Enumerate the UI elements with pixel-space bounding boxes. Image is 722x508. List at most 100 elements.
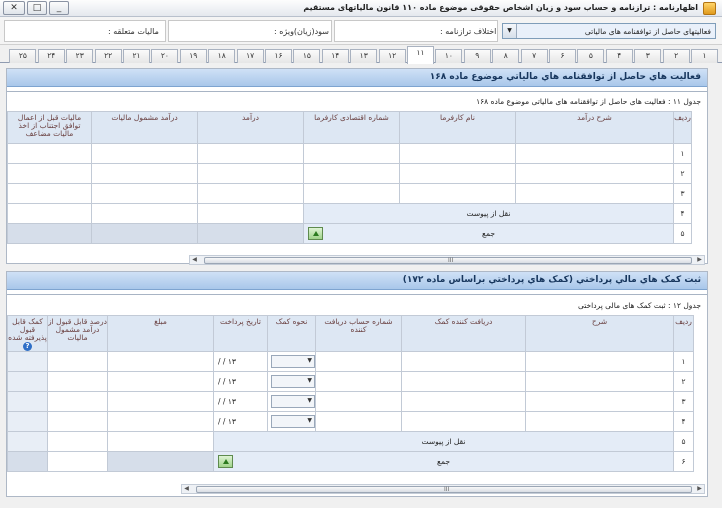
cell-input[interactable]	[315, 351, 402, 372]
col-accepted-percent: درصد قابل قبول از درآمد مشمول مالیات	[47, 315, 108, 352]
cell-input[interactable]	[7, 391, 48, 412]
cell-input[interactable]	[107, 431, 214, 452]
cell-input[interactable]	[47, 391, 108, 412]
cell-input[interactable]	[47, 411, 108, 432]
tab-24[interactable]: ۲۴	[37, 49, 65, 63]
cell-input[interactable]	[525, 371, 674, 392]
tab-22[interactable]: ۲۲	[94, 49, 122, 63]
cell-input[interactable]	[515, 163, 674, 184]
tab-7[interactable]: ۷	[520, 49, 548, 63]
tab-18[interactable]: ۱۸	[208, 49, 236, 63]
cell-input[interactable]	[7, 183, 92, 204]
cell-input[interactable]	[107, 371, 214, 392]
cell-input[interactable]	[315, 411, 402, 432]
cell-input[interactable]	[197, 183, 304, 204]
cell-input[interactable]	[515, 143, 674, 164]
cell-input[interactable]	[47, 351, 108, 372]
tab-17[interactable]: ۱۷	[236, 49, 264, 63]
cell-input[interactable]	[303, 163, 400, 184]
cell-input[interactable]	[401, 411, 526, 432]
cell-input[interactable]	[525, 351, 674, 372]
tab-1[interactable]: ۱	[691, 49, 718, 63]
date-input[interactable]: ۱۳ / /	[213, 411, 268, 432]
date-input[interactable]: ۱۳ / /	[213, 391, 268, 412]
col-tax-before-agreement: مالیات قبل از اعمال توافق اجتناب از اخذ …	[7, 111, 92, 144]
scroll-right-icon[interactable]: ▶	[695, 256, 704, 264]
aid-method-select[interactable]	[271, 355, 315, 368]
tab-8[interactable]: ۸	[492, 49, 520, 63]
cell-input[interactable]	[47, 431, 108, 452]
tab-10[interactable]: ۱۰	[435, 49, 463, 63]
cell-input[interactable]	[401, 351, 526, 372]
tab-19[interactable]: ۱۹	[179, 49, 207, 63]
tab-13[interactable]: ۱۳	[350, 49, 378, 63]
cell-input[interactable]	[7, 163, 92, 184]
cell-input[interactable]	[7, 431, 48, 452]
cell-input[interactable]	[399, 143, 516, 164]
cell-input[interactable]	[399, 163, 516, 184]
tab-2[interactable]: ۲	[662, 49, 690, 63]
cell-input[interactable]	[91, 163, 198, 184]
horizontal-scrollbar[interactable]: ◀ III ▶	[189, 255, 705, 265]
cell-input[interactable]	[401, 391, 526, 412]
tab-14[interactable]: ۱۴	[321, 49, 349, 63]
tab-9[interactable]: ۹	[463, 49, 491, 63]
horizontal-scrollbar[interactable]: ◀ III ▶	[181, 484, 705, 494]
tab-20[interactable]: ۲۰	[151, 49, 179, 63]
date-input[interactable]: ۱۳ / /	[213, 371, 268, 392]
cell-input[interactable]	[91, 203, 198, 224]
cell-input[interactable]	[7, 143, 92, 164]
tab-3[interactable]: ۳	[634, 49, 662, 63]
cell-input[interactable]	[197, 203, 304, 224]
maximize-button[interactable]: □	[27, 1, 47, 15]
cell-input[interactable]	[107, 391, 214, 412]
scroll-right-icon[interactable]: ▶	[695, 485, 704, 493]
scroll-thumb[interactable]: III	[204, 257, 692, 264]
tab-16[interactable]: ۱۶	[265, 49, 292, 63]
tab-21[interactable]: ۲۱	[123, 49, 150, 63]
tab-strip: ۱ ۲ ۳ ۴ ۵ ۶ ۷ ۸ ۹ ۱۰ ۱۱ ۱۲ ۱۳ ۱۴ ۱۵ ۱۶ ۱۷ ۱۸ ۱۹ ۲۰ ۲۱ ۲۲ ۲۳ ۲۴ ۲…	[0, 46, 722, 64]
close-button[interactable]: ✕	[3, 1, 25, 15]
cell-input[interactable]	[7, 411, 48, 432]
tab-25[interactable]: ۲۵	[9, 49, 37, 63]
cell-input[interactable]	[197, 143, 304, 164]
add-row-button[interactable]	[308, 227, 323, 240]
cell-input[interactable]	[303, 183, 400, 204]
cell-input[interactable]	[197, 163, 304, 184]
aid-method-select[interactable]	[271, 395, 315, 408]
date-input[interactable]: ۱۳ / /	[213, 351, 268, 372]
minimize-button[interactable]: _	[49, 1, 69, 15]
cell-input[interactable]	[399, 183, 516, 204]
tab-12[interactable]: ۱۲	[378, 49, 406, 63]
aid-method-select[interactable]	[271, 375, 315, 388]
cell-input[interactable]	[7, 351, 48, 372]
cell-input[interactable]	[525, 411, 674, 432]
tab-4[interactable]: ۴	[605, 49, 633, 63]
add-row-button[interactable]	[218, 455, 233, 468]
tab-15[interactable]: ۱۵	[293, 49, 321, 63]
cell-input[interactable]	[525, 391, 674, 412]
cell-input[interactable]	[303, 143, 400, 164]
cell-input[interactable]	[515, 183, 674, 204]
scroll-left-icon[interactable]: ◀	[190, 256, 199, 264]
cell-input[interactable]	[91, 183, 198, 204]
cell-input[interactable]	[315, 391, 402, 412]
cell-input[interactable]	[315, 371, 402, 392]
help-icon[interactable]: ?	[23, 342, 32, 351]
tab-23[interactable]: ۲۳	[66, 49, 94, 63]
cell-input[interactable]	[107, 351, 214, 372]
tab-5[interactable]: ۵	[577, 49, 605, 63]
scroll-thumb[interactable]: III	[196, 486, 692, 493]
tab-6[interactable]: ۶	[549, 49, 576, 63]
cell-input[interactable]	[91, 143, 198, 164]
category-select[interactable]: ▼ فعالیتهای حاصل از توافقنامه های مالیات…	[502, 23, 716, 39]
cell-input[interactable]	[7, 203, 92, 224]
aid-method-select[interactable]	[271, 415, 315, 428]
tab-11[interactable]: ۱۱	[407, 46, 434, 64]
scroll-left-icon[interactable]: ◀	[182, 485, 191, 493]
cell-input[interactable]	[401, 371, 526, 392]
cell-input[interactable]	[7, 371, 48, 392]
cell-input[interactable]	[107, 411, 214, 432]
row-index: ۴	[673, 411, 694, 432]
cell-input[interactable]	[47, 371, 108, 392]
